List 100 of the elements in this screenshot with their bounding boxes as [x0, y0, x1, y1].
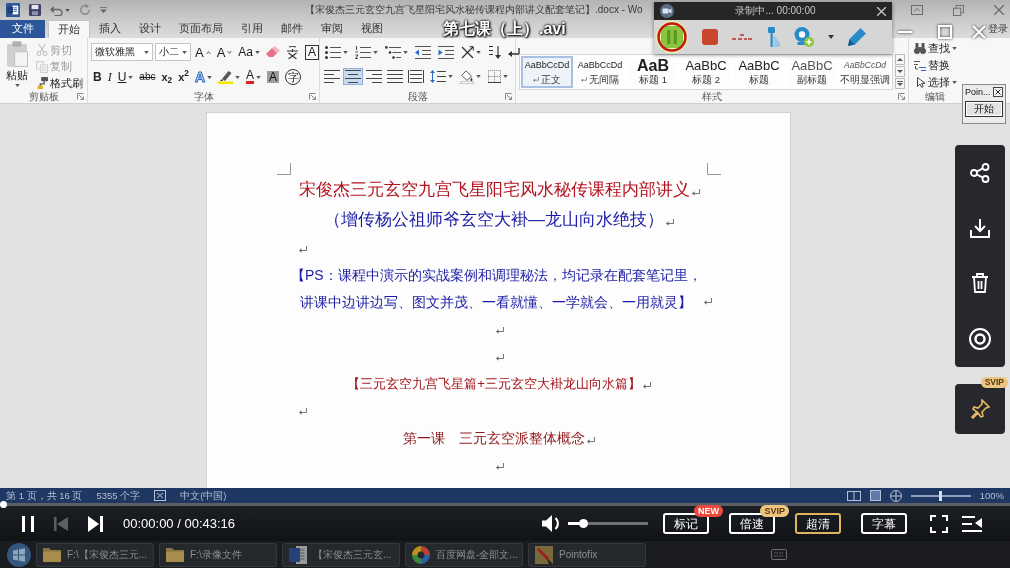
underline-button[interactable]: U	[115, 71, 136, 83]
select-button[interactable]: 选择	[912, 76, 958, 89]
caret-icon[interactable]	[448, 75, 453, 78]
caret-icon[interactable]	[476, 75, 481, 78]
restore-icon[interactable]	[953, 4, 964, 16]
replace-button[interactable]: 替换	[912, 59, 958, 72]
ribbon-tab[interactable]: 邮件	[272, 20, 312, 38]
caret-icon[interactable]	[476, 51, 481, 54]
font-size-field[interactable]: 小二	[155, 43, 191, 61]
language-label[interactable]: 中文(中国)	[180, 489, 227, 502]
highlighter-icon[interactable]	[218, 70, 234, 84]
app-logo-icon[interactable]	[6, 3, 20, 17]
pushpin-icon[interactable]	[970, 399, 990, 419]
align-left-icon[interactable]	[323, 69, 341, 84]
taskbar-item[interactable]: 【宋俊杰三元玄...	[282, 542, 400, 567]
bullet-list-icon[interactable]	[325, 46, 341, 59]
caret-icon[interactable]	[65, 8, 70, 12]
page-count[interactable]: 第 1 页，共 16 页	[6, 489, 83, 502]
grow-font-button[interactable]: A	[193, 45, 213, 59]
zoom-handle[interactable]	[939, 490, 943, 501]
line-spacing-icon[interactable]	[430, 70, 446, 83]
caret-icon[interactable]	[235, 75, 241, 79]
ribbon-tab[interactable]: 引用	[232, 20, 272, 38]
download-icon[interactable]	[970, 217, 990, 238]
borders-icon[interactable]	[488, 70, 501, 83]
taskbar-item[interactable]: Pointofix	[528, 542, 646, 567]
numbered-list-icon[interactable]	[355, 46, 371, 59]
file-tab[interactable]: 文件	[0, 20, 45, 38]
ribbon-tab[interactable]: 开始	[48, 20, 90, 38]
formatting-marks-icon[interactable]	[508, 48, 520, 57]
shrink-font-button[interactable]: A	[214, 45, 235, 59]
word-count[interactable]: 5355 个字	[96, 489, 141, 502]
justify-icon[interactable]	[386, 69, 404, 84]
volume-icon[interactable]	[542, 515, 561, 532]
find-button[interactable]: 查找	[912, 42, 958, 55]
decrease-indent-icon[interactable]	[415, 46, 431, 59]
pencil-icon[interactable]	[848, 28, 866, 46]
more-styles-icon[interactable]	[895, 78, 905, 89]
caret-icon[interactable]	[343, 51, 348, 54]
fullscreen-icon[interactable]	[930, 514, 948, 533]
pause-button-icon[interactable]	[656, 21, 688, 53]
sort-icon[interactable]	[488, 46, 501, 59]
customize-icon[interactable]	[100, 7, 107, 13]
undo-icon[interactable]	[50, 4, 63, 16]
previous-icon[interactable]	[54, 516, 68, 531]
maximize-icon[interactable]	[938, 25, 952, 39]
player-option-button[interactable]: 超清	[795, 513, 841, 534]
next-icon[interactable]	[88, 515, 103, 532]
distributed-icon[interactable]	[407, 69, 425, 84]
scroll-down-icon[interactable]	[895, 66, 905, 77]
web-layout-icon[interactable]	[889, 489, 902, 502]
sign-in-link[interactable]: 登录	[988, 23, 1008, 35]
dialog-launcher-icon[interactable]	[77, 93, 84, 100]
read-mode-icon[interactable]	[846, 490, 861, 501]
strikethrough-button[interactable]: abc	[137, 72, 158, 82]
bold-button[interactable]: B	[91, 71, 104, 83]
pause-icon[interactable]	[22, 515, 34, 532]
eraser-icon[interactable]	[266, 46, 281, 58]
zoom-level[interactable]: 100%	[979, 489, 1004, 502]
character-shading-button[interactable]: A	[265, 71, 282, 83]
taskbar-item[interactable]: 百度网盘-全部文...	[405, 542, 523, 567]
ribbon-tab[interactable]: 页面布局	[170, 20, 232, 38]
ribbon-tab[interactable]: 插入	[90, 20, 130, 38]
change-case-button[interactable]: Aa	[236, 46, 263, 58]
superscript-button[interactable]: x$^{2}$	[176, 71, 191, 83]
taskbar-item[interactable]: F:\录像文件	[159, 542, 277, 567]
start-icon[interactable]	[7, 542, 31, 567]
dialog-launcher-icon[interactable]	[505, 93, 512, 100]
phonetic-guide-icon[interactable]	[286, 45, 300, 59]
save-icon[interactable]	[29, 4, 41, 16]
subscript-button[interactable]: x$_{2}$	[159, 71, 175, 83]
paste-button[interactable]: 粘贴	[3, 41, 31, 90]
ribbon-display-icon[interactable]	[911, 5, 923, 15]
paint-bucket-icon[interactable]	[460, 69, 474, 84]
progress-track[interactable]	[0, 503, 1010, 506]
italic-button[interactable]: I	[105, 71, 114, 83]
trash-icon[interactable]	[971, 272, 989, 293]
align-center-icon[interactable]	[344, 69, 362, 84]
close-icon[interactable]	[993, 87, 1003, 98]
dialog-launcher-icon[interactable]	[898, 93, 905, 100]
ribbon-tab[interactable]: 视图	[352, 20, 392, 38]
ring-icon[interactable]	[969, 327, 991, 350]
progress-handle[interactable]	[0, 501, 7, 508]
multilevel-list-icon[interactable]	[385, 46, 401, 59]
dialog-launcher-icon[interactable]	[309, 93, 316, 100]
increase-indent-icon[interactable]	[438, 46, 454, 59]
caret-icon[interactable]	[403, 51, 408, 54]
ribbon-tab[interactable]: 设计	[130, 20, 170, 38]
character-border-button[interactable]: A	[303, 44, 322, 60]
align-right-icon[interactable]	[365, 69, 383, 84]
start-button[interactable]: 开始	[965, 100, 1003, 117]
playlist-icon[interactable]	[962, 515, 982, 532]
print-layout-icon[interactable]	[869, 490, 881, 501]
scroll-up-icon[interactable]	[895, 54, 905, 65]
share-icon[interactable]	[970, 162, 990, 183]
format-painter-button[interactable]: 格式刷	[34, 76, 85, 90]
player-option-button[interactable]: 字幕	[861, 513, 907, 534]
taskbar-item[interactable]: F:\【宋俊杰三元...	[36, 542, 154, 567]
volume-handle[interactable]	[578, 519, 588, 528]
volume-slider[interactable]	[568, 522, 648, 525]
